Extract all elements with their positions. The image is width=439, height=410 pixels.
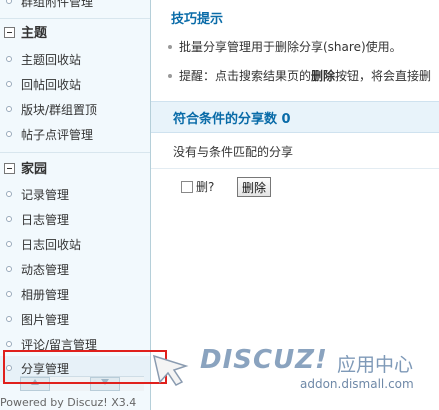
bullet-icon: [6, 0, 12, 4]
sidebar-item-group-attachments[interactable]: 群组附件管理: [6, 0, 93, 12]
delete-checkbox-label: 删?: [196, 180, 215, 194]
collapse-icon[interactable]: [4, 27, 15, 38]
delete-checkbox[interactable]: [181, 181, 193, 193]
sidebar-group-home[interactable]: 家园: [4, 160, 47, 180]
bullet-icon: [6, 341, 12, 347]
powered-by: Powered by Discuz! X3.4: [0, 396, 137, 409]
highlight-box: [3, 350, 167, 384]
tip-line: 批量分享管理用于删除分享(share)使用。: [168, 38, 402, 56]
sidebar-item-albums[interactable]: 相册管理: [6, 285, 69, 305]
bullet-icon: [6, 56, 12, 62]
bullet-icon: [168, 45, 172, 49]
bullet-icon: [6, 241, 12, 247]
sidebar: 群组附件管理 主题 主题回收站 回帖回收站 版块/群组置顶 帖子点评管理 家园 …: [0, 0, 151, 410]
bullet-icon: [6, 131, 12, 137]
bullet-icon: [168, 74, 172, 78]
tip-line: 提醒：点击搜索结果页的删除按钮，将会直接删: [168, 67, 431, 85]
divider: [0, 18, 150, 19]
result-count-title: 符合条件的分享数 0: [173, 112, 291, 127]
watermark-brand-cn: 应用中心: [337, 354, 414, 376]
bullet-icon: [6, 216, 12, 222]
bullet-icon: [6, 291, 12, 297]
watermark-brand: DISCUZ!: [200, 345, 328, 375]
sidebar-item-sticky[interactable]: 版块/群组置顶: [6, 100, 97, 120]
divider: [151, 168, 439, 169]
sidebar-item-topic-recycle[interactable]: 主题回收站: [6, 50, 81, 70]
sidebar-item-pictures[interactable]: 图片管理: [6, 310, 69, 330]
sidebar-item-blog-recycle[interactable]: 日志回收站: [6, 235, 81, 255]
tips-title: 技巧提示: [171, 12, 224, 27]
empty-message: 没有与条件匹配的分享: [173, 145, 294, 159]
bullet-icon: [6, 106, 12, 112]
delete-button[interactable]: 删除: [237, 177, 272, 197]
watermark-url: addon.dismall.com: [300, 377, 414, 391]
divider: [0, 152, 150, 153]
sidebar-item-records[interactable]: 记录管理: [6, 185, 69, 205]
collapse-icon[interactable]: [4, 163, 15, 174]
bullet-icon: [6, 191, 12, 197]
bullet-icon: [6, 316, 12, 322]
bullet-icon: [6, 266, 12, 272]
sidebar-item-blogs[interactable]: 日志管理: [6, 210, 69, 230]
cursor-arrow-icon: [152, 354, 189, 386]
sidebar-group-topic[interactable]: 主题: [4, 24, 47, 44]
bullet-icon: [6, 81, 12, 87]
sidebar-item-reply-recycle[interactable]: 回帖回收站: [6, 75, 81, 95]
sidebar-item-post-comments[interactable]: 帖子点评管理: [6, 125, 93, 145]
sidebar-item-feeds[interactable]: 动态管理: [6, 260, 69, 280]
